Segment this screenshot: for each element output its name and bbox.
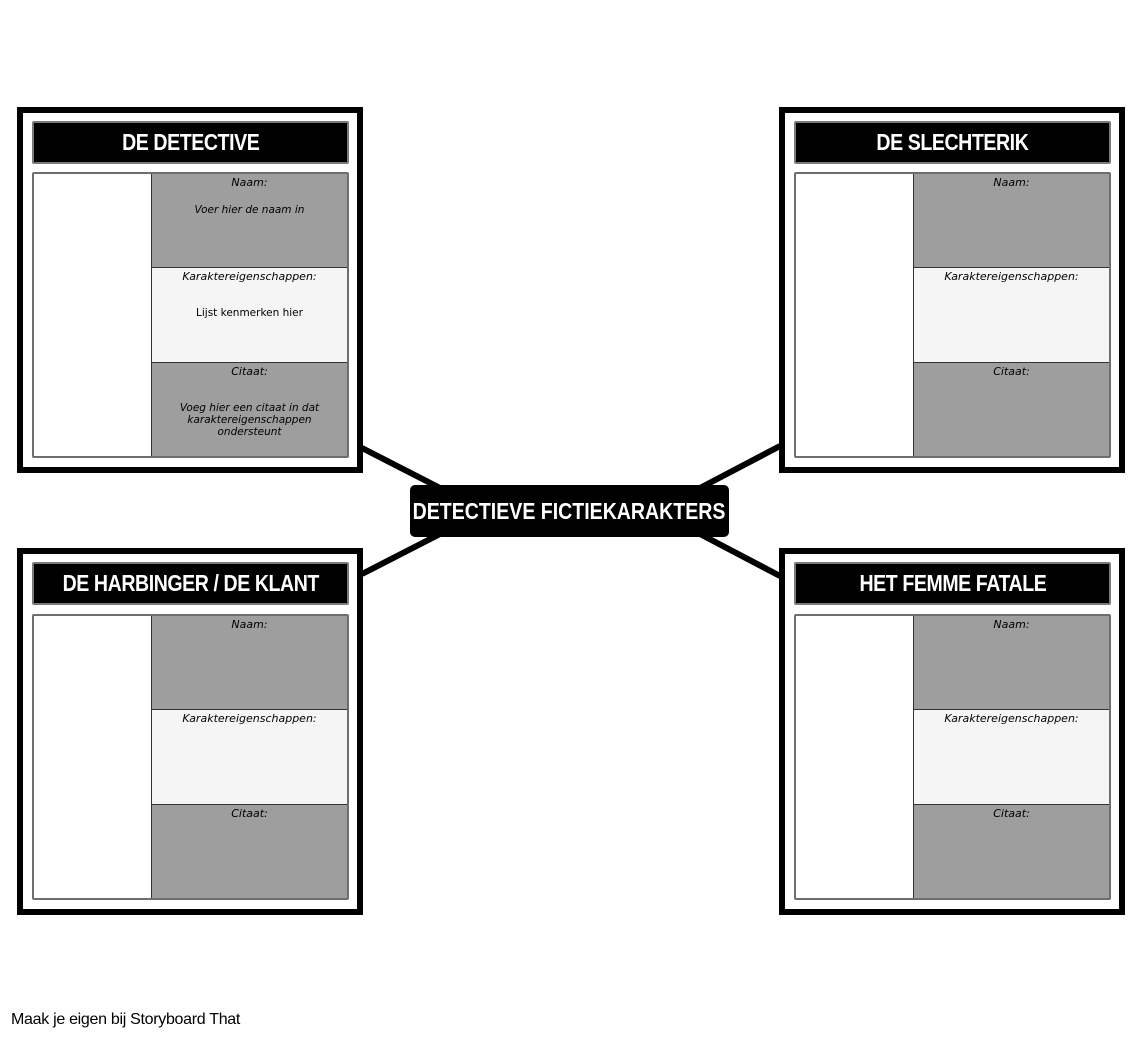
character-card-detective: DE DETECTIVE Naam: Voer hier de naam in … — [17, 107, 363, 473]
name-field[interactable]: Naam: Voer hier de naam in — [152, 174, 347, 268]
card-title[interactable]: DE DETECTIVE — [32, 121, 349, 164]
name-field[interactable]: Naam: — [152, 616, 347, 710]
card-title[interactable]: DE SLECHTERIK — [794, 121, 1111, 164]
character-image-slot[interactable] — [34, 616, 152, 898]
character-card-villain: DE SLECHTERIK Naam: Karaktereigenschappe… — [779, 107, 1125, 473]
quote-hint: Voeg hier een citaat in dat karaktereige… — [179, 401, 320, 438]
character-image-slot[interactable] — [34, 174, 152, 456]
quote-label: Citaat: — [231, 806, 268, 820]
card-title[interactable]: DE HARBINGER / DE KLANT — [32, 562, 349, 605]
traits-label: Karaktereigenschappen: — [944, 270, 1079, 284]
name-label: Naam: — [231, 618, 268, 631]
quote-field[interactable]: Citaat: — [914, 803, 1109, 898]
quote-label: Citaat: — [231, 364, 268, 378]
character-sheet: Naam: Voer hier de naam in Karaktereigen… — [32, 172, 349, 458]
connector-line-top-left — [360, 445, 442, 491]
quote-label: Citaat: — [993, 806, 1030, 820]
card-title[interactable]: HET FEMME FATALE — [794, 562, 1111, 605]
traits-field[interactable]: Karaktereigenschappen: — [914, 709, 1109, 804]
center-title: DETECTIEVE FICTIEKARAKTERS — [413, 497, 726, 524]
connector-line-bottom-left — [360, 531, 442, 577]
name-label: Naam: — [993, 618, 1030, 631]
character-sheet: Naam: Karaktereigenschappen: Citaat: — [32, 614, 349, 900]
quote-label: Citaat: — [993, 364, 1030, 378]
quote-field[interactable]: Citaat: Voeg hier een citaat in dat kara… — [152, 361, 347, 456]
traits-field[interactable]: Karaktereigenschappen: — [152, 709, 347, 804]
traits-label: Karaktereigenschappen: — [944, 712, 1079, 726]
character-card-femme-fatale: HET FEMME FATALE Naam: Karaktereigenscha… — [779, 548, 1125, 915]
traits-hint: Lijst kenmerken hier — [196, 307, 303, 320]
character-image-slot[interactable] — [796, 174, 914, 456]
name-field[interactable]: Naam: — [914, 616, 1109, 710]
traits-field[interactable]: Karaktereigenschappen: Lijst kenmerken h… — [152, 267, 347, 362]
connector-line-top-right — [698, 443, 782, 491]
center-title-box[interactable]: DETECTIEVE FICTIEKARAKTERS — [410, 485, 729, 537]
traits-field[interactable]: Karaktereigenschappen: — [914, 267, 1109, 362]
traits-label: Karaktereigenschappen: — [182, 712, 317, 726]
quote-field[interactable]: Citaat: — [152, 803, 347, 898]
name-label: Naam: — [231, 176, 268, 189]
footer-credit[interactable]: Maak je eigen bij Storyboard That — [11, 1011, 240, 1029]
character-card-harbinger: DE HARBINGER / DE KLANT Naam: Karakterei… — [17, 548, 363, 915]
character-sheet: Naam: Karaktereigenschappen: Citaat: — [794, 172, 1111, 458]
traits-label: Karaktereigenschappen: — [182, 270, 317, 284]
connector-line-bottom-right — [698, 531, 782, 579]
name-label: Naam: — [993, 176, 1030, 189]
name-hint: Voer hier de naam in — [194, 204, 305, 216]
name-field[interactable]: Naam: — [914, 174, 1109, 268]
quote-field[interactable]: Citaat: — [914, 361, 1109, 456]
character-image-slot[interactable] — [796, 616, 914, 898]
character-sheet: Naam: Karaktereigenschappen: Citaat: — [794, 614, 1111, 900]
